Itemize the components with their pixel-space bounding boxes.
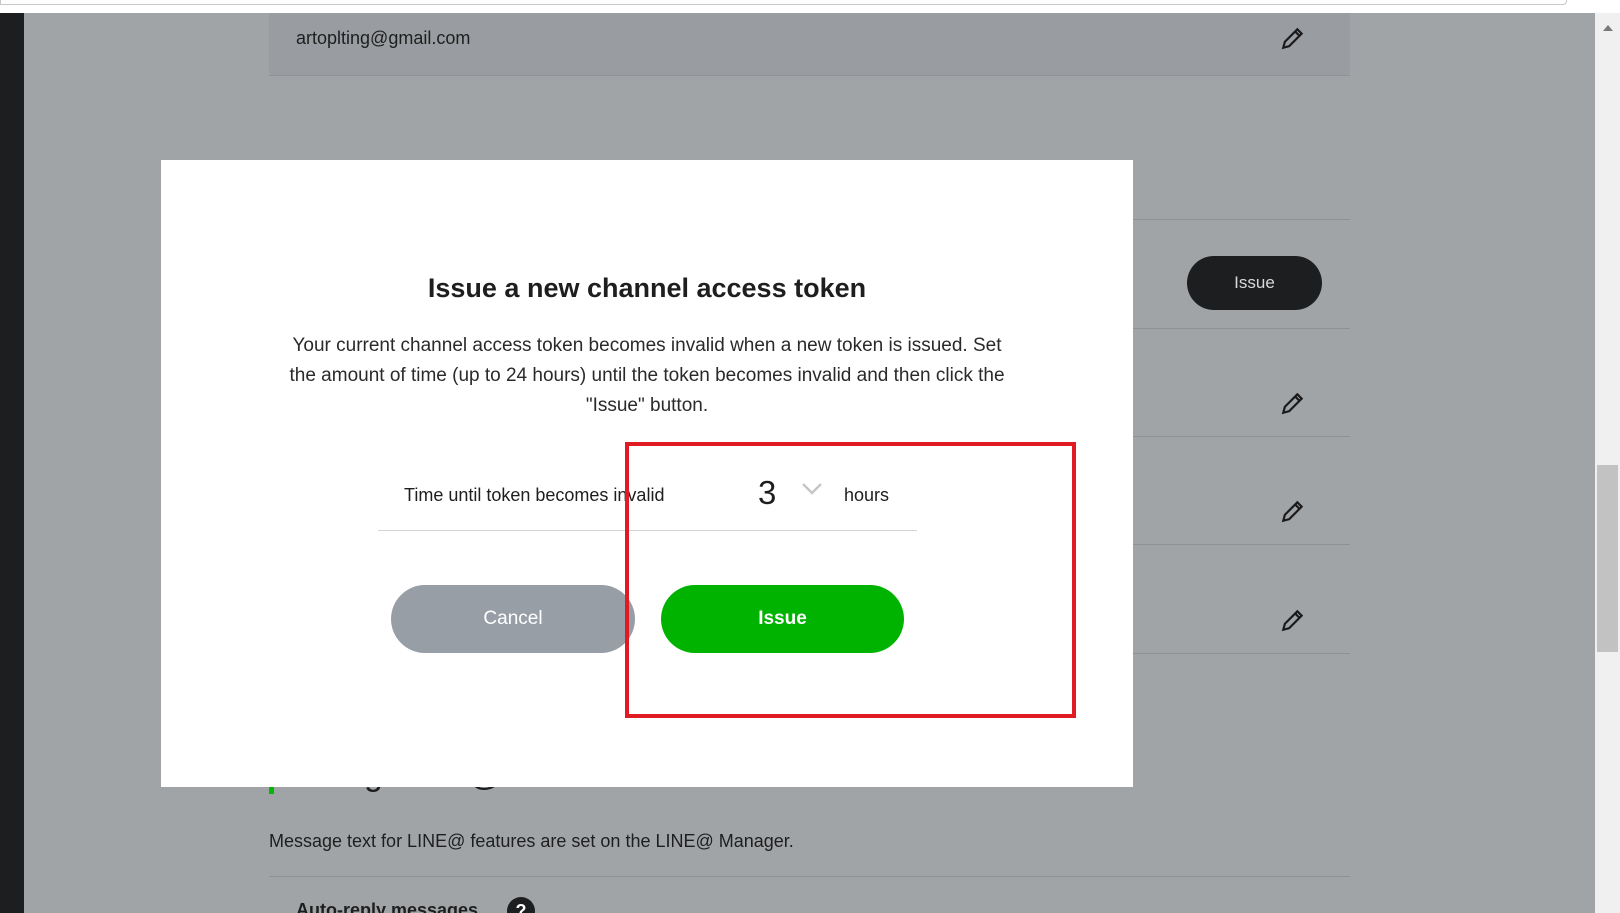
browser-top-bar	[0, 0, 1620, 13]
dialog-description: Your current channel access token become…	[289, 335, 1005, 416]
dialog-title: Issue a new channel access token	[427, 273, 867, 303]
address-bar-edge	[0, 0, 1567, 5]
email-text: artoplting@gmail.com	[296, 28, 471, 48]
scroll-up-arrow-icon[interactable]	[1603, 25, 1613, 31]
edit-pencil-icon[interactable]	[1280, 390, 1306, 416]
highlight-annotation-box	[625, 442, 1076, 718]
vertical-scrollbar[interactable]	[1595, 13, 1620, 913]
help-icon[interactable]: ?	[507, 897, 535, 913]
edit-pencil-icon[interactable]	[1280, 25, 1306, 51]
divider	[269, 876, 1350, 877]
section-text: Message text for LINE@ features are set …	[269, 831, 794, 851]
background-issue-button[interactable]: Issue	[1187, 256, 1322, 310]
scrollbar-thumb[interactable]	[1597, 465, 1618, 652]
cancel-button[interactable]: Cancel	[391, 585, 635, 653]
left-dark-sidebar	[0, 13, 24, 913]
edit-pencil-icon[interactable]	[1280, 607, 1306, 633]
auto-reply-label: Auto-reply messages	[296, 900, 479, 913]
email-row: artoplting@gmail.com	[269, 13, 1350, 76]
edit-pencil-icon[interactable]	[1280, 498, 1306, 524]
